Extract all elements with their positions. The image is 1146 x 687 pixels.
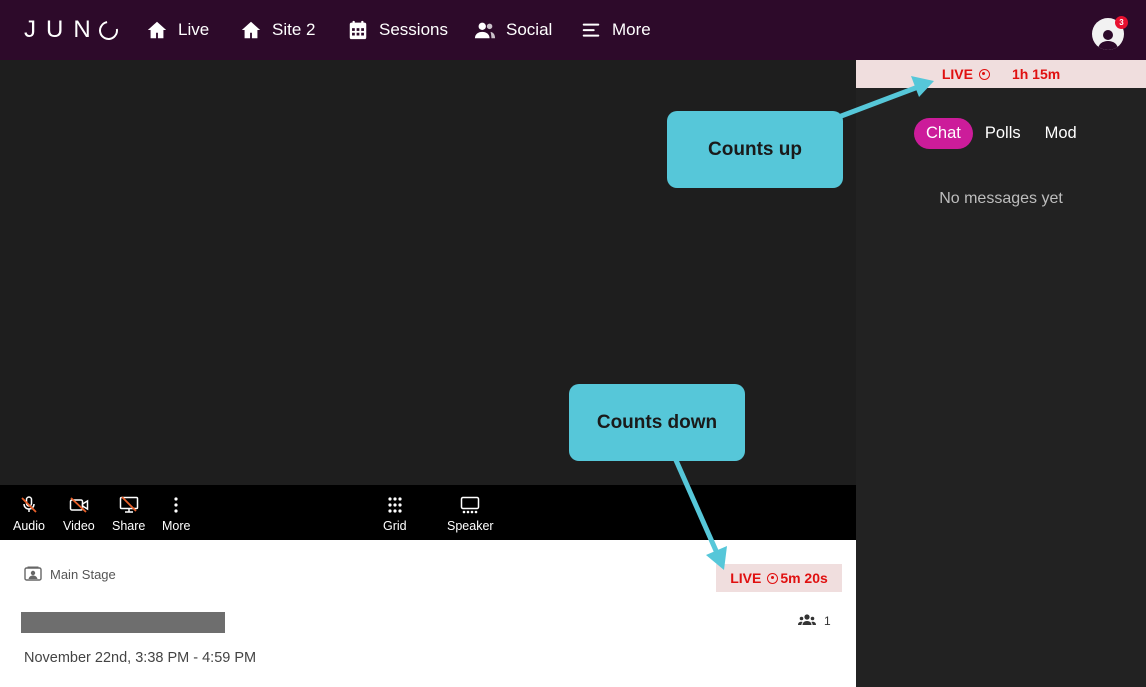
- session-info-panel: Main Stage LIVE 5m 20s 1 November 22nd, 3…: [0, 540, 856, 687]
- control-bar: Audio Video Share More Grid Speaker: [0, 485, 856, 540]
- live-dot-icon: [767, 572, 779, 584]
- speaker-view-icon: [461, 496, 480, 514]
- mic-off-icon: [21, 496, 37, 513]
- attendee-count[interactable]: 1: [798, 613, 831, 628]
- tab-mod[interactable]: Mod: [1033, 118, 1089, 149]
- nav-item-label: Site 2: [272, 20, 316, 39]
- juno-logo[interactable]: JUN: [24, 16, 122, 44]
- nav-item-social[interactable]: Social: [474, 18, 552, 42]
- callout-counts-down: Counts down: [569, 384, 745, 461]
- more-label: More: [162, 519, 191, 533]
- camera-off-icon: [69, 497, 89, 513]
- home-icon: [147, 21, 167, 39]
- more-controls-button[interactable]: More: [162, 495, 190, 533]
- live-label: LIVE: [941, 66, 973, 82]
- tab-polls[interactable]: Polls: [973, 118, 1033, 149]
- nav-item-more[interactable]: More: [580, 18, 651, 42]
- grid-view-button[interactable]: Grid: [383, 495, 407, 533]
- nav-item-label: Sessions: [379, 20, 448, 39]
- grid-label: Grid: [383, 519, 407, 533]
- video-label: Video: [63, 519, 95, 533]
- attendee-number: 1: [824, 613, 831, 628]
- audio-label: Audio: [13, 519, 45, 533]
- screen-share-off-icon: [119, 496, 138, 513]
- chat-sidebar: LIVE 1h 15m Chat Polls Mod No messages ye…: [856, 60, 1146, 687]
- stage-icon: [24, 566, 42, 581]
- live-countdown-badge: LIVE 5m 20s: [716, 564, 842, 592]
- empty-chat-message: No messages yet: [939, 190, 1063, 207]
- notification-badge: 3: [1115, 16, 1128, 29]
- nav-item-label: More: [612, 20, 651, 39]
- session-time-range: November 22nd, 3:38 PM - 4:59 PM: [24, 650, 257, 666]
- nav-item-label: Social: [506, 20, 553, 39]
- user-icon: [1098, 30, 1118, 50]
- home-icon: [241, 21, 261, 39]
- countdown-timer: 5m 20s: [780, 570, 828, 586]
- share-label: Share: [112, 519, 146, 533]
- live-dot-icon: [978, 68, 990, 80]
- speaker-view-button[interactable]: Speaker: [447, 495, 494, 533]
- sidebar-tabs: Chat Polls Mod: [914, 118, 1089, 149]
- app-root: JUN Live Site 2 Sessions Social More 3 A…: [0, 0, 1146, 687]
- video-button[interactable]: Video: [63, 495, 95, 533]
- top-nav: JUN Live Site 2 Sessions Social More 3: [0, 0, 1146, 60]
- stage-name: Main Stage: [50, 566, 116, 582]
- logo-text: JUN: [24, 16, 101, 43]
- session-title-redacted: [21, 612, 225, 633]
- callout-counts-up: Counts up: [667, 111, 843, 188]
- nav-item-site-2[interactable]: Site 2: [240, 18, 315, 42]
- elapsed-timer: 1h 15m: [1011, 66, 1061, 82]
- share-button[interactable]: Share: [112, 495, 145, 533]
- nav-item-label: Live: [178, 20, 210, 39]
- nav-item-live[interactable]: Live: [146, 18, 209, 42]
- menu-lines-icon: [582, 23, 600, 37]
- stage-label: Main Stage: [24, 566, 116, 582]
- audio-button[interactable]: Audio: [13, 495, 45, 533]
- live-label: LIVE: [730, 570, 762, 586]
- live-elapsed-banner: LIVE 1h 15m: [856, 60, 1146, 88]
- group-icon: [798, 614, 816, 625]
- vertical-dots-icon: [174, 497, 178, 513]
- calendar-icon: [349, 20, 367, 40]
- people-icon: [474, 22, 496, 39]
- grid-icon: [388, 497, 402, 513]
- speaker-label: Speaker: [447, 519, 494, 533]
- tab-chat[interactable]: Chat: [914, 118, 973, 149]
- nav-item-sessions[interactable]: Sessions: [347, 18, 448, 42]
